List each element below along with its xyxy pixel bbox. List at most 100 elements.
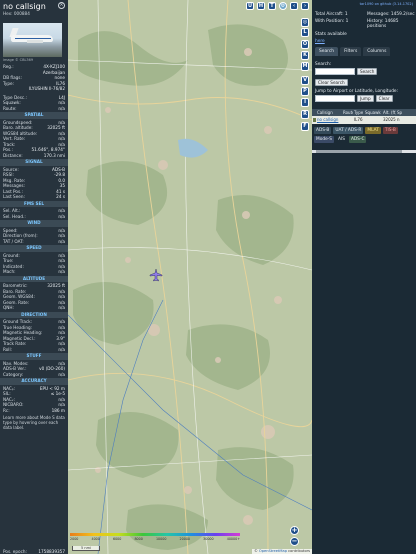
map-side-button[interactable]: M bbox=[301, 62, 309, 71]
column-header[interactable]: Type bbox=[353, 109, 364, 116]
column-header[interactable]: Route bbox=[342, 109, 353, 116]
info-label: Type: bbox=[3, 80, 15, 86]
altitude-label: 10000 bbox=[155, 537, 167, 541]
pos-epoch-label: Pos. epoch: bbox=[3, 548, 27, 554]
tab-filters[interactable]: Filters bbox=[340, 47, 362, 57]
altitude-label: 6000 bbox=[112, 537, 122, 541]
column-header[interactable]: Squawk bbox=[364, 109, 382, 116]
info-row: Last Seen: 24 s bbox=[0, 194, 68, 200]
source-chip: UAT / ADS-R bbox=[333, 127, 364, 135]
map-scale: 5 nmi bbox=[72, 546, 100, 551]
settings-icon[interactable]: ⚙ bbox=[279, 2, 287, 10]
center-icon[interactable]: ◎ bbox=[301, 18, 309, 27]
column-header[interactable]: Callsign bbox=[316, 109, 342, 116]
source-chip: MLAT bbox=[365, 127, 381, 135]
info-label: Distance: bbox=[3, 152, 23, 158]
stat-right bbox=[367, 32, 416, 37]
clear-search-button[interactable]: Clear Search bbox=[315, 79, 348, 87]
info-row: Mach: n/a bbox=[0, 269, 68, 275]
map-side-button[interactable]: O bbox=[301, 40, 309, 49]
map-side-button[interactable]: I bbox=[301, 98, 309, 107]
source-chip: TIS-B bbox=[382, 127, 398, 135]
aircraft-hex: Hex: 000884 bbox=[3, 11, 30, 16]
jump-button[interactable]: Jump bbox=[357, 95, 374, 103]
info-row: TAT / OAT: n/a bbox=[0, 239, 68, 245]
stats-link[interactable]: here bbox=[315, 39, 325, 44]
mode-s-note: Learn more about Mode S data type by hov… bbox=[3, 415, 65, 430]
table-row[interactable]: no callsign IL76 32025 n bbox=[312, 116, 416, 125]
aircraft-header: no callsign Hex: 000884 × bbox=[0, 0, 68, 22]
tab-columns[interactable]: Columns bbox=[363, 47, 391, 57]
nav-left-button[interactable]: ‹ bbox=[290, 2, 298, 10]
table-cell: IL76 bbox=[354, 117, 363, 123]
clear-jump-button[interactable]: Clear bbox=[375, 95, 393, 103]
info-label: QNH: bbox=[3, 305, 14, 310]
map-side-button[interactable]: F bbox=[301, 122, 309, 131]
map-side-button[interactable]: R bbox=[301, 110, 309, 119]
altitude-label: 4000 bbox=[91, 537, 100, 541]
info-label: Mach: bbox=[3, 269, 16, 274]
search-button[interactable]: Search bbox=[357, 68, 378, 76]
table-cell bbox=[342, 116, 353, 124]
attribution-link[interactable]: OpenStreetMap bbox=[259, 549, 287, 553]
info-value: n/a bbox=[58, 346, 65, 352]
altitude-label: 8000 bbox=[134, 537, 143, 541]
info-value: 170.3 nmi bbox=[43, 152, 65, 158]
altitude-label: 30000 bbox=[203, 537, 214, 541]
table-scrollbar[interactable] bbox=[312, 150, 416, 153]
section-header: STUFF bbox=[0, 353, 68, 360]
map-side-button[interactable]: P bbox=[301, 87, 309, 96]
column-header[interactable]: Alt. (ft) bbox=[382, 109, 396, 116]
info-row: QNH: n/a bbox=[0, 305, 68, 311]
altitude-label: 20000 bbox=[179, 537, 191, 541]
map-toggle-button[interactable]: H bbox=[257, 2, 265, 10]
section-header: WIND bbox=[0, 220, 68, 227]
map-side-button[interactable]: V bbox=[301, 76, 309, 85]
table-header: CallsignRouteTypeSquawkAlt. (ft)Sp bbox=[312, 109, 416, 117]
aircraft-photo[interactable] bbox=[3, 23, 62, 57]
info-label: Reg.: bbox=[3, 64, 14, 69]
info-row: Route: n/a bbox=[0, 106, 68, 112]
table-cell: n bbox=[397, 117, 400, 123]
search-input[interactable] bbox=[315, 68, 355, 76]
aircraft-list-panel: tar1090 on github (3.14.1702) Total Airc… bbox=[312, 0, 416, 554]
info-label: Category: bbox=[3, 371, 24, 377]
aircraft-icon[interactable] bbox=[149, 268, 163, 282]
info-value: 186 m bbox=[51, 407, 65, 413]
aircraft-info-panel: no callsign Hex: 000884 × image © CBL369… bbox=[0, 0, 68, 554]
section-header: SPATIAL bbox=[0, 112, 68, 119]
stat-left: Stats available bbox=[315, 31, 347, 37]
info-row: Category: n/a bbox=[0, 372, 68, 378]
zoom-in-button[interactable]: + bbox=[290, 526, 299, 535]
info-row: Roll: n/a bbox=[0, 347, 68, 353]
altitude-legend-labels: 2000 4000 6000 8000 10000 20000 30000 40000+ bbox=[70, 537, 240, 541]
close-icon[interactable]: × bbox=[58, 2, 65, 9]
map-view[interactable]: ‹ › U H T ⚙ ◎ L O K M V P I R F + − 2000 4000 6000 8000… bbox=[68, 0, 312, 554]
info-label: Route: bbox=[3, 105, 17, 111]
info-value: n/a bbox=[58, 371, 65, 377]
section-header: ACCURACY bbox=[0, 378, 68, 385]
pos-epoch-row: Pos. epoch: 1758839357 bbox=[0, 549, 68, 554]
registration-rows: Reg.: 4X-KZJ100 Azerbaijan DB flags: none Typ… bbox=[0, 64, 68, 92]
tab-search[interactable]: Search bbox=[315, 47, 339, 57]
map-toggle-button[interactable]: T bbox=[268, 2, 276, 10]
info-row: Distance: 170.3 nmi bbox=[0, 153, 68, 159]
type-rows: Type Desc.: L4J Squawk: n/a Route: n/a bbox=[0, 95, 68, 112]
source-chip: Mode-S bbox=[314, 136, 334, 144]
stat-left: Total Aircraft: 1 bbox=[315, 12, 348, 17]
panel-tabs: Search Filters Columns bbox=[312, 44, 416, 58]
map-toggle-button[interactable]: U bbox=[246, 2, 254, 10]
aircraft-table: CallsignRouteTypeSquawkAlt. (ft)Spno cal… bbox=[312, 109, 416, 125]
map-side-button[interactable]: L bbox=[301, 28, 309, 37]
nav-right-button[interactable]: › bbox=[301, 2, 309, 10]
section-header: SPEED bbox=[0, 245, 68, 252]
map-tiles bbox=[68, 0, 312, 554]
jump-input[interactable] bbox=[315, 95, 355, 103]
map-side-button[interactable]: K bbox=[301, 51, 309, 60]
column-header[interactable]: Sp bbox=[396, 109, 414, 116]
aircraft-callsign: no callsign bbox=[3, 2, 46, 11]
info-label: Last Seen: bbox=[3, 194, 25, 199]
zoom-out-button[interactable]: − bbox=[290, 537, 299, 546]
info-label: Sel. Head.: bbox=[3, 213, 26, 219]
version-link[interactable]: tar1090 on github (3.14.1702) bbox=[312, 0, 416, 10]
